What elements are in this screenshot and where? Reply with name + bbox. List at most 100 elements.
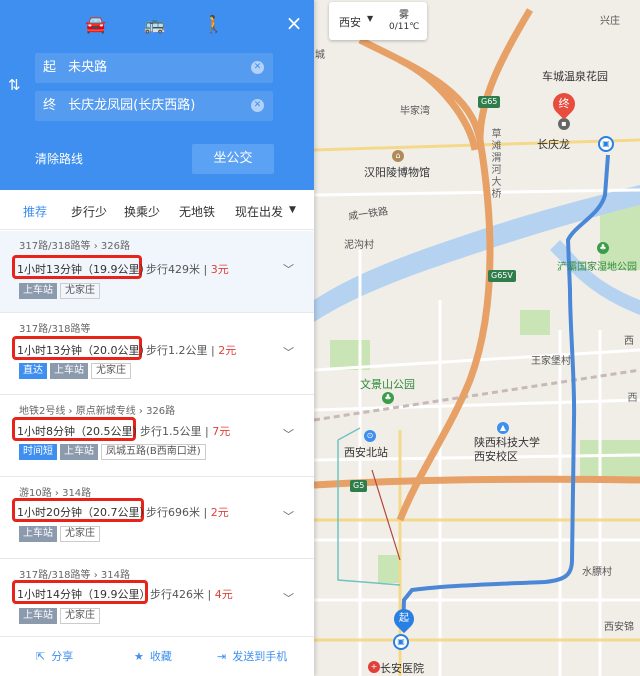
map-label-hongcun: 泥沟村 bbox=[344, 240, 374, 251]
map-label-changqinglong: 长庆龙 bbox=[537, 138, 570, 151]
building-icon: ▪ bbox=[558, 118, 570, 130]
map-label-wenjingshan: 文景山公园 bbox=[360, 378, 415, 391]
search-header: 🚘 🚌 🚶 × ⇅ 起 未央路 ✕ 终 长庆龙凤园(长庆西路) ✕ 清除路线 坐… bbox=[0, 0, 314, 190]
route-option[interactable]: 地铁2号线 › 原点新城专线 › 326路 1小时8分钟（20.5公里） 步行1… bbox=[0, 396, 314, 477]
chevron-down-icon[interactable]: ﹀ bbox=[283, 426, 294, 442]
tab-no-subway[interactable]: 无地铁 bbox=[179, 203, 215, 220]
route-lines: 317路/318路等 › 326路 bbox=[19, 241, 130, 252]
train-station-icon: ⊙ bbox=[364, 430, 376, 442]
map-label-xingcheng: 兴庄 bbox=[600, 16, 620, 27]
tag-stop-name: 尤家庄 bbox=[60, 283, 100, 299]
map-label-wetland: 浐灞国家湿地公园 bbox=[557, 262, 637, 273]
weather-temperature: 0/11℃ bbox=[389, 22, 420, 32]
tab-depart-now[interactable]: 现在出发 bbox=[235, 203, 283, 220]
swap-icon[interactable]: ⇅ bbox=[8, 76, 21, 94]
route-time: 1小时13分钟（19.9公里） bbox=[17, 263, 151, 276]
route-walk: 步行696米 | 2元 bbox=[146, 506, 229, 519]
route-panel: 🚘 🚌 🚶 × ⇅ 起 未央路 ✕ 终 长庆龙凤园(长庆西路) ✕ 清除路线 坐… bbox=[0, 0, 314, 676]
map-label-changanhospital: 长安医院 bbox=[380, 662, 424, 675]
route-lines: 317路/318路等 bbox=[19, 324, 91, 335]
map-label-cheng: 城 bbox=[315, 50, 325, 61]
map-label-bijiawan: 毕家湾 bbox=[400, 106, 430, 117]
bus-icon[interactable]: 🚌 bbox=[143, 14, 167, 36]
route-tags: 直达 上车站 尤家庄 bbox=[19, 363, 131, 379]
tag-board-stop: 上车站 bbox=[60, 444, 98, 460]
chevron-down-icon[interactable]: ﹀ bbox=[283, 590, 294, 606]
share-button[interactable]: ⇱ 分享 bbox=[36, 648, 73, 664]
tag-board-stop: 上车站 bbox=[19, 608, 57, 624]
route-option[interactable]: 游10路 › 314路 1小时20分钟（20.7公里） 步行696米 | 2元 … bbox=[0, 478, 314, 559]
hospital-icon: + bbox=[368, 661, 380, 673]
highway-shield-g65v: G65Ⅴ bbox=[488, 270, 516, 282]
map-label-chechengwenquan: 车城温泉花园 bbox=[542, 70, 608, 83]
route-lines: 地铁2号线 › 原点新城专线 › 326路 bbox=[19, 406, 176, 417]
close-icon[interactable]: × bbox=[283, 12, 305, 34]
take-bus-button[interactable]: 坐公交 bbox=[192, 144, 274, 174]
school-icon: ▲ bbox=[497, 422, 509, 434]
send-icon: ⇥ bbox=[217, 650, 227, 663]
map-label-xianjin: 西安锦 bbox=[604, 622, 634, 633]
map-label-sxkj: 陕西科技大学西安校区 bbox=[474, 436, 540, 463]
panel-footer: ⇱ 分享 ★ 收藏 ⇥ 发送到手机 bbox=[0, 636, 314, 676]
route-option[interactable]: 317路/318路等 › 326路 1小时13分钟（19.9公里） 步行429米… bbox=[0, 231, 314, 313]
start-marker-icon[interactable]: 起 bbox=[389, 604, 419, 634]
chevron-down-icon[interactable]: ▼ bbox=[289, 205, 296, 215]
route-time: 1小时20分钟（20.7公里） bbox=[17, 506, 151, 519]
route-tags: 上车站 尤家庄 bbox=[19, 526, 100, 542]
route-option[interactable]: 317路/318路等 1小时13分钟（20.0公里） 步行1.2公里 | 2元 … bbox=[0, 314, 314, 395]
map-label-caotan: 草滩渭河大桥 bbox=[489, 128, 500, 200]
walk-icon[interactable]: 🚶 bbox=[202, 14, 226, 36]
bus-stop-icon-start[interactable]: ▣ bbox=[393, 634, 409, 650]
museum-icon: ⌂ bbox=[392, 150, 404, 162]
chevron-down-icon[interactable]: ﹀ bbox=[283, 261, 294, 277]
weather-condition: 雾 bbox=[399, 10, 409, 21]
tag-board-stop: 上车站 bbox=[19, 283, 57, 299]
tag-stop-name: 尤家庄 bbox=[60, 608, 100, 624]
start-field[interactable]: 起 未央路 ✕ bbox=[35, 53, 273, 83]
route-time: 1小时8分钟（20.5公里） bbox=[17, 425, 144, 438]
route-walk: 步行1.2公里 | 2元 bbox=[146, 344, 237, 357]
route-tabs: 推荐 步行少 换乘少 无地铁 现在出发 ▼ bbox=[0, 190, 314, 230]
clear-route-link[interactable]: 清除路线 bbox=[35, 150, 83, 167]
tag-stop-name: 尤家庄 bbox=[91, 363, 131, 379]
tab-fewer-transfers[interactable]: 换乘少 bbox=[124, 203, 160, 220]
tab-recommended[interactable]: 推荐 bbox=[23, 203, 47, 220]
route-walk: 步行426米 | 4元 bbox=[150, 588, 233, 601]
map-label-shuiliecun: 水膘村 bbox=[582, 567, 612, 578]
tag-direct: 直达 bbox=[19, 363, 47, 379]
highway-shield-g5: G5 bbox=[350, 480, 368, 492]
star-icon: ★ bbox=[134, 650, 144, 663]
route-walk: 步行1.5公里 | 7元 bbox=[140, 425, 231, 438]
route-lines: 317路/318路等 › 314路 bbox=[19, 570, 130, 581]
chevron-down-icon[interactable]: ﹀ bbox=[283, 508, 294, 524]
end-marker-icon[interactable]: 终 bbox=[548, 88, 580, 120]
start-value: 未央路 bbox=[68, 60, 108, 75]
route-tags: 时间短 上车站 凤城五路(B西南口进) bbox=[19, 444, 206, 460]
tag-stop-name: 尤家庄 bbox=[60, 526, 100, 542]
tab-less-walking[interactable]: 步行少 bbox=[71, 203, 107, 220]
map-label-xianbeizhan: 西安北站 bbox=[344, 446, 388, 459]
end-tag: 终 bbox=[43, 98, 57, 113]
bus-stop-icon-end[interactable]: ▣ bbox=[598, 136, 614, 152]
clear-end-icon[interactable]: ✕ bbox=[251, 99, 264, 112]
route-tags: 上车站 尤家庄 bbox=[19, 608, 100, 624]
send-to-phone-button[interactable]: ⇥ 发送到手机 bbox=[217, 648, 287, 664]
chevron-down-icon[interactable]: ﹀ bbox=[283, 344, 294, 360]
car-icon[interactable]: 🚘 bbox=[84, 14, 108, 36]
weather-widget[interactable]: 西安 ▼ 雾 0/11℃ bbox=[329, 2, 427, 40]
tag-board-stop: 上车站 bbox=[50, 363, 88, 379]
end-field[interactable]: 终 长庆龙凤园(长庆西路) ✕ bbox=[35, 91, 273, 121]
tag-board-stop: 上车站 bbox=[19, 526, 57, 542]
favorite-button[interactable]: ★ 收藏 bbox=[134, 648, 172, 664]
map-label-wangjiabao: 王家堡村 bbox=[531, 356, 571, 367]
map-label-xiguan: 西 bbox=[624, 336, 634, 347]
clear-start-icon[interactable]: ✕ bbox=[251, 61, 264, 74]
city-selector[interactable]: 西安 bbox=[339, 14, 361, 30]
route-time: 1小时13分钟（20.0公里） bbox=[17, 344, 151, 357]
chevron-down-icon[interactable]: ▼ bbox=[367, 14, 373, 23]
map-label-xida: 西 bbox=[625, 392, 636, 404]
route-tags: 上车站 尤家庄 bbox=[19, 283, 100, 299]
highway-shield-g65: G65 bbox=[478, 96, 501, 108]
route-option[interactable]: 317路/318路等 › 314路 1小时14分钟（19.9公里） 步行426米… bbox=[0, 560, 314, 636]
share-icon: ⇱ bbox=[36, 650, 46, 663]
